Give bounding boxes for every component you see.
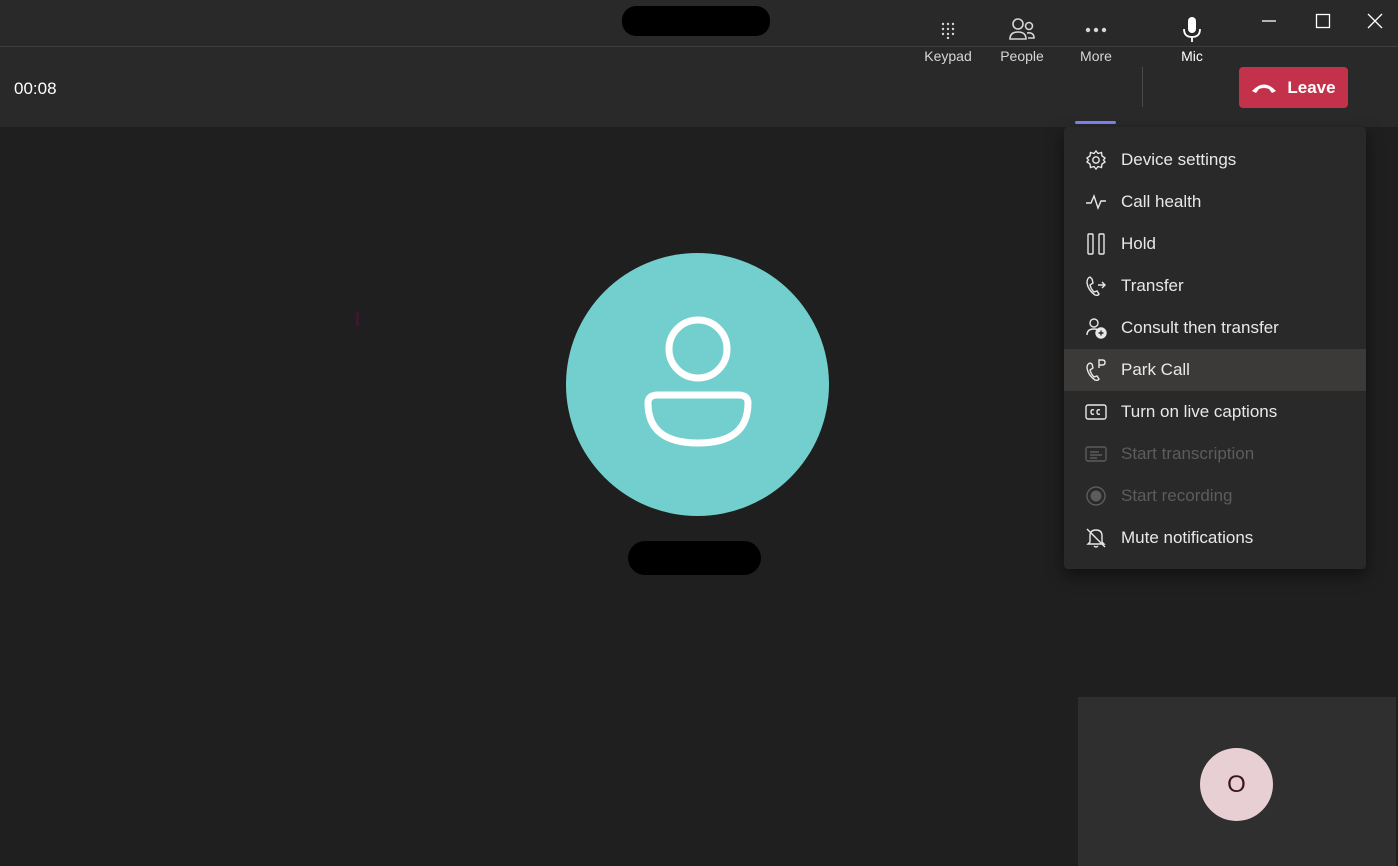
menu-item-live-captions[interactable]: Turn on live captions (1064, 391, 1366, 433)
menu-item-label: Transfer (1121, 276, 1184, 295)
hang-up-icon (1252, 84, 1277, 93)
close-button[interactable] (1352, 0, 1398, 42)
leave-button[interactable]: Leave (1239, 67, 1348, 108)
mic-label: Mic (1181, 48, 1203, 64)
menu-item-mute-notifications[interactable]: Mute notifications (1064, 517, 1366, 559)
mic-button[interactable]: Mic (1168, 16, 1216, 76)
more-icon (1085, 27, 1107, 33)
menu-item-hold[interactable]: Hold (1064, 223, 1366, 265)
mic-icon (1183, 17, 1201, 42)
menu-item-label: Turn on live captions (1121, 402, 1278, 421)
menu-item-label: Consult then transfer (1121, 318, 1279, 337)
menu-item-start-recording[interactable]: Start recording (1064, 475, 1366, 517)
menu-item-transfer[interactable]: Transfer (1064, 265, 1366, 307)
keypad-button[interactable]: Keypad (924, 16, 972, 76)
menu-item-label: Hold (1121, 234, 1156, 253)
menu-item-start-transcription[interactable]: Start transcription (1064, 433, 1366, 475)
redacted-title (622, 6, 770, 36)
pause-icon (1087, 233, 1105, 255)
close-icon (1367, 13, 1383, 29)
more-label: More (1080, 48, 1112, 64)
captions-icon (1085, 404, 1107, 420)
keypad-label: Keypad (924, 48, 972, 64)
menu-item-label: Device settings (1121, 150, 1237, 169)
toolbar-divider (1142, 67, 1143, 107)
menu-item-label: Call health (1121, 192, 1202, 211)
people-button[interactable]: People (998, 16, 1046, 76)
stray-mark (356, 312, 359, 326)
menu-item-label: Park Call (1121, 360, 1190, 379)
redacted-participant-name (628, 541, 761, 575)
park-call-icon (1086, 359, 1106, 381)
more-menu: Device settings Call health Hold Transfe… (1064, 127, 1366, 569)
menu-item-label: Start transcription (1121, 444, 1255, 463)
more-button[interactable]: More (1072, 16, 1120, 76)
bell-off-icon (1086, 528, 1106, 548)
transfer-icon (1086, 276, 1106, 297)
person-icon (643, 316, 752, 447)
more-active-indicator (1075, 121, 1116, 124)
menu-item-device-settings[interactable]: Device settings (1064, 139, 1366, 181)
menu-item-consult-then-transfer[interactable]: Consult then transfer (1064, 307, 1366, 349)
menu-item-call-health[interactable]: Call health (1064, 181, 1366, 223)
pulse-icon (1086, 194, 1106, 210)
menu-item-label: Mute notifications (1121, 528, 1254, 547)
self-view-tile: O (1078, 697, 1396, 866)
person-add-icon (1086, 318, 1107, 339)
self-avatar: O (1200, 748, 1273, 821)
self-avatar-initial: O (1227, 770, 1246, 798)
menu-item-park-call[interactable]: Park Call (1064, 349, 1366, 391)
remote-participant-avatar (566, 253, 829, 516)
minimize-icon (1262, 20, 1276, 22)
minimize-button[interactable] (1246, 0, 1292, 42)
maximize-button[interactable] (1300, 0, 1346, 42)
gear-icon (1085, 149, 1107, 171)
transcription-icon (1085, 446, 1107, 462)
keypad-icon (941, 22, 955, 39)
maximize-icon (1315, 13, 1331, 29)
menu-item-label: Start recording (1121, 486, 1233, 505)
call-timer: 00:08 (14, 79, 57, 98)
leave-label: Leave (1287, 77, 1336, 97)
people-icon (1009, 18, 1035, 40)
record-icon (1086, 486, 1106, 506)
people-label: People (1000, 48, 1044, 64)
